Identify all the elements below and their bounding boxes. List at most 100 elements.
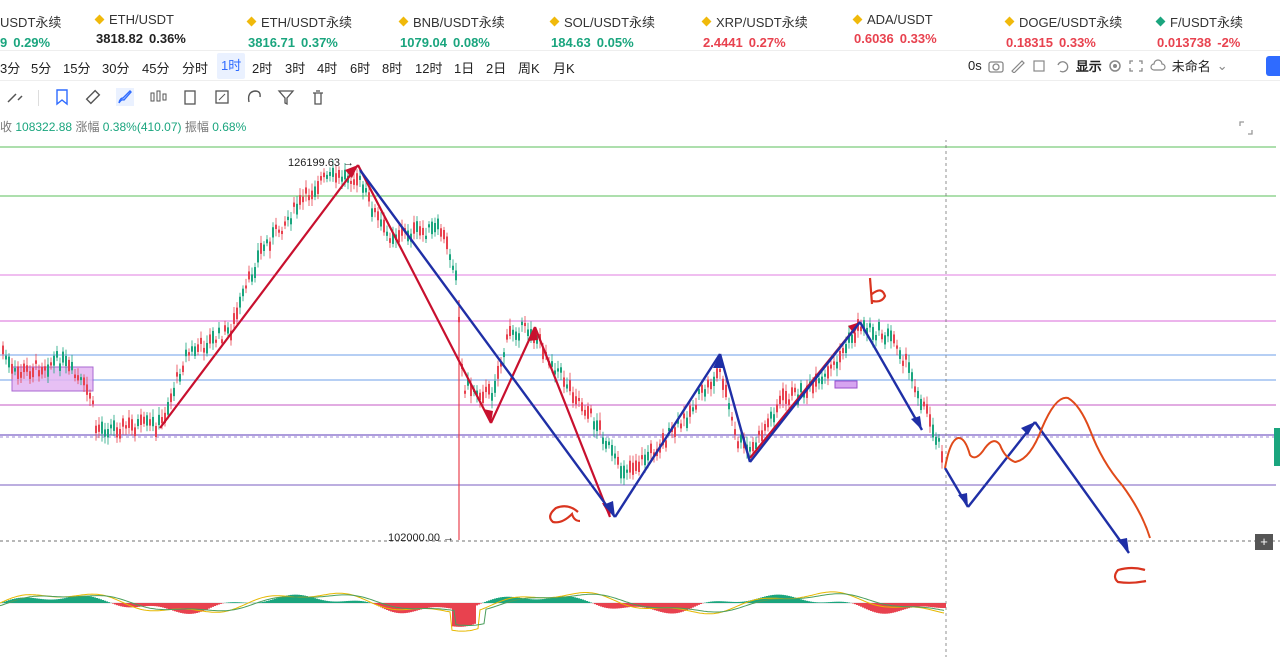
macd-bar (414, 603, 416, 612)
candles-icon[interactable] (149, 88, 167, 106)
macd-bar (464, 603, 466, 627)
candle-body (482, 391, 484, 403)
macd-bar (824, 602, 826, 603)
candle-body (788, 399, 790, 406)
macd-bar (196, 603, 198, 613)
candle-body (680, 423, 682, 429)
brush-icon[interactable] (116, 88, 134, 106)
macd-bar (818, 602, 820, 603)
macd-bar (730, 601, 732, 603)
timeframe-timeshare[interactable]: 分时 (182, 58, 208, 77)
candle-body (455, 270, 457, 281)
macd-bar (212, 603, 214, 607)
timeframe-6h[interactable]: 6时 (350, 58, 370, 77)
ticker-item[interactable]: ETH/USDT 3818.82 0.36% (94, 12, 186, 50)
ticker-item[interactable]: SOL/USDT永续 184.63 0.05% (549, 12, 655, 50)
ticker-price: 0.013738 (1157, 35, 1212, 50)
timeframe-3h[interactable]: 3时 (285, 58, 305, 77)
candle-body (371, 208, 373, 217)
clipboard-icon[interactable] (181, 88, 199, 106)
camera-icon[interactable] (988, 59, 1004, 73)
edit-icon[interactable] (213, 88, 231, 106)
macd-bar (534, 599, 536, 603)
timeframe-month[interactable]: 月K (553, 58, 575, 77)
timeframe-3m[interactable]: 3分 (0, 58, 20, 77)
trend-line-icon[interactable] (6, 88, 24, 106)
projection-curve[interactable] (944, 396, 1151, 539)
timeframe-week[interactable]: 周K (518, 58, 540, 77)
display-button[interactable]: 显示 (1076, 56, 1102, 75)
candle-body (335, 173, 337, 183)
fullscreen-icon[interactable] (1128, 59, 1144, 73)
candle-body (131, 419, 133, 431)
candle-body (176, 372, 178, 377)
timeframe-1h[interactable]: 1时 (217, 53, 246, 79)
candle-body (620, 466, 622, 479)
magnet-icon[interactable] (245, 88, 263, 106)
timeframe-30m[interactable]: 30分 (102, 58, 129, 77)
ruler-icon[interactable] (84, 88, 102, 106)
timeframe-4h[interactable]: 4时 (317, 58, 337, 77)
side-panel-tab[interactable] (1266, 56, 1280, 76)
popout-icon[interactable] (1032, 59, 1048, 73)
candle-body (572, 392, 574, 403)
ticker-price: 2.4441 (703, 35, 743, 50)
timeframe-5m[interactable]: 5分 (31, 58, 51, 77)
filter-icon[interactable] (277, 88, 295, 106)
candle-body (854, 332, 856, 343)
macd-bar (648, 603, 650, 609)
candle-body (776, 404, 778, 413)
close-value: 108322.88 (15, 120, 73, 134)
timeframe-2h[interactable]: 2时 (252, 58, 272, 77)
expand-icon[interactable] (1238, 120, 1254, 136)
macd-bar (180, 603, 182, 613)
ticker-price: 3816.71 (248, 35, 295, 50)
trash-icon[interactable] (309, 88, 327, 106)
macd-bar (838, 601, 840, 603)
undo-icon[interactable] (1054, 59, 1070, 73)
ticker-item[interactable]: F/USDT永续 0.013738 -2% (1155, 12, 1243, 50)
red-wave-lines[interactable] (159, 164, 861, 518)
macd-bar (934, 603, 936, 608)
blue-wave-lines[interactable] (359, 169, 1130, 554)
macd-bar (118, 603, 120, 606)
countdown-label[interactable]: 0s (968, 58, 982, 73)
candle-body (23, 363, 25, 373)
macd-bar (814, 602, 816, 603)
bookmark-icon[interactable] (53, 88, 71, 106)
ticker-item[interactable]: ADA/USDT 0.6036 0.33% (852, 12, 937, 50)
macd-bar (28, 597, 30, 603)
candle-body (323, 172, 325, 178)
settings-icon[interactable] (1108, 59, 1122, 73)
ticker-item[interactable]: BNB/USDT永续 1079.04 0.08% (398, 12, 505, 50)
macd-bar (694, 603, 696, 607)
macd-bar (790, 596, 792, 603)
ticker-name: ADA/USDT (867, 12, 933, 27)
ticker-item[interactable]: ETH/USDT永续 3816.71 0.37% (246, 12, 352, 50)
macd-bar (566, 596, 568, 603)
timeframe-2d[interactable]: 2日 (486, 58, 506, 77)
macd-bar (798, 598, 800, 603)
macd-bar (98, 598, 100, 603)
candle-body (881, 333, 883, 340)
add-alert-button[interactable]: + (1255, 534, 1273, 550)
pen-icon[interactable] (1010, 59, 1026, 73)
ticker-item[interactable]: DOGE/USDT永续 0.18315 0.33% (1004, 12, 1122, 50)
macd-bar (892, 603, 894, 613)
ticker-item[interactable]: USDT永续 9 0.29% (0, 12, 61, 50)
range-box[interactable] (834, 380, 858, 389)
macd-bar (868, 603, 870, 611)
chevron-down-icon[interactable]: ⌄ (1217, 58, 1228, 74)
macd-bar (86, 595, 88, 603)
price-chart[interactable] (0, 140, 1280, 657)
ticker-item[interactable]: XRP/USDT永续 2.4441 0.27% (701, 12, 808, 50)
timeframe-8h[interactable]: 8时 (382, 58, 402, 77)
layout-name[interactable]: 未命名 (1172, 56, 1211, 75)
macd-bar (858, 603, 860, 606)
timeframe-45m[interactable]: 45分 (142, 58, 169, 77)
timeframe-12h[interactable]: 12时 (415, 58, 442, 77)
candle-body (821, 376, 823, 385)
timeframe-1d[interactable]: 1日 (454, 58, 474, 77)
timeframe-15m[interactable]: 15分 (63, 58, 90, 77)
candle-body (872, 327, 874, 340)
